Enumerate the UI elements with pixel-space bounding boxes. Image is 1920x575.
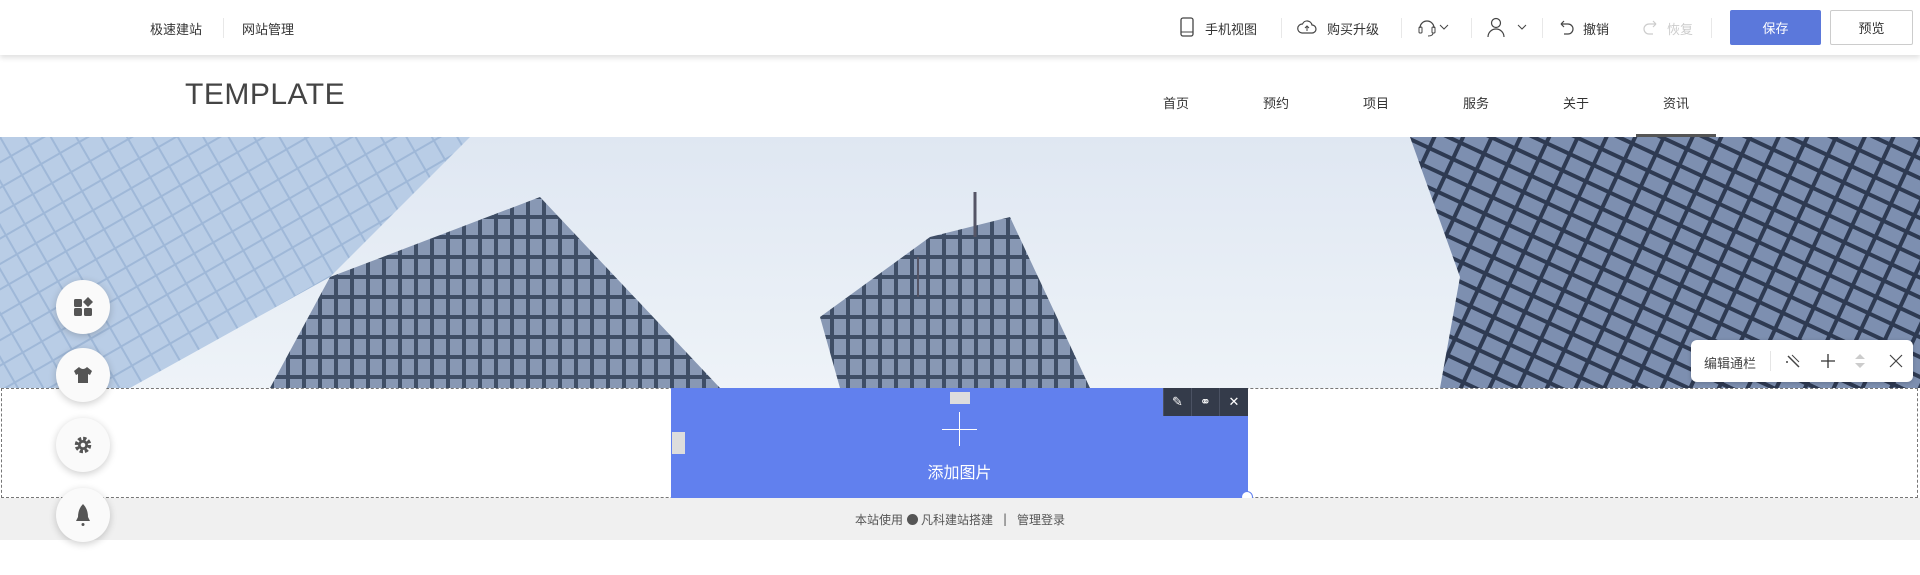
reorder-icon[interactable] xyxy=(1853,351,1867,371)
plus-icon xyxy=(942,429,977,430)
modules-button[interactable] xyxy=(56,280,110,334)
upgrade-button[interactable]: 购买升级 xyxy=(1327,19,1379,38)
site-logo[interactable]: TEMPLATE xyxy=(185,78,345,112)
mobile-view-button[interactable]: 手机视图 xyxy=(1205,19,1257,38)
divider xyxy=(1770,351,1771,371)
admin-login-link[interactable]: 管理登录 xyxy=(1017,511,1065,528)
divider xyxy=(1711,18,1712,38)
mobile-icon[interactable] xyxy=(1176,16,1198,38)
close-icon[interactable]: ✕ xyxy=(1219,388,1248,416)
divider xyxy=(1281,18,1282,38)
chevron-down-icon[interactable] xyxy=(1516,16,1528,38)
nav-item-services[interactable]: 服务 xyxy=(1426,93,1526,112)
close-icon[interactable] xyxy=(1887,352,1905,370)
widgets-icon xyxy=(74,297,93,316)
divider xyxy=(1471,18,1472,38)
shirt-icon xyxy=(74,367,92,383)
resize-handle-left[interactable] xyxy=(672,432,685,454)
nav-item-projects[interactable]: 项目 xyxy=(1326,93,1426,112)
rocket-icon xyxy=(76,504,90,526)
redo-icon[interactable] xyxy=(1640,16,1662,38)
nav-item-booking[interactable]: 预约 xyxy=(1226,93,1326,112)
add-image-placeholder[interactable]: 添加图片 ✎ ⚭ ✕ xyxy=(671,388,1253,503)
save-button[interactable]: 保存 xyxy=(1730,10,1821,45)
preview-button[interactable]: 预览 xyxy=(1830,10,1913,45)
separator: | xyxy=(1002,512,1008,526)
brand-logo-icon xyxy=(906,513,918,525)
gear-icon xyxy=(74,436,92,454)
settings-button[interactable] xyxy=(56,418,110,472)
undo-button[interactable]: 撤销 xyxy=(1583,19,1609,38)
user-icon[interactable] xyxy=(1485,16,1507,38)
edit-icon[interactable]: ✎ xyxy=(1163,388,1191,416)
undo-icon[interactable] xyxy=(1555,16,1577,38)
divider xyxy=(1542,18,1543,38)
buildings-illustration xyxy=(0,137,1920,388)
quick-build-link[interactable]: 极速建站 xyxy=(150,19,202,38)
chevron-down-icon[interactable] xyxy=(1438,16,1450,38)
editor-topbar: 极速建站 网站管理 手机视图 购买升级 撤销 恢复 保存 预览 xyxy=(0,0,1920,55)
headset-icon[interactable] xyxy=(1416,16,1438,38)
edit-strip-button[interactable]: 编辑通栏 xyxy=(1704,353,1756,372)
cloud-upload-icon[interactable] xyxy=(1296,16,1318,38)
divider xyxy=(223,18,224,38)
add-image-label: 添加图片 xyxy=(927,463,992,482)
powered-brand-link[interactable]: 凡科建站搭建 xyxy=(921,511,993,528)
theme-button[interactable] xyxy=(56,348,110,402)
move-handle-top[interactable] xyxy=(950,392,970,404)
magic-wand-icon[interactable] xyxy=(1784,352,1802,370)
strip-edit-toolbar: 编辑通栏 xyxy=(1691,340,1913,382)
divider xyxy=(1401,18,1402,38)
redo-button[interactable]: 恢复 xyxy=(1667,19,1693,38)
powered-prefix: 本站使用 xyxy=(854,512,903,527)
add-icon[interactable] xyxy=(1819,352,1837,370)
site-footer: 本站使用 凡科建站搭建 | 管理登录 xyxy=(0,498,1920,540)
nav-item-news[interactable]: 资讯 xyxy=(1626,93,1726,112)
nav-item-home[interactable]: 首页 xyxy=(1126,93,1226,112)
publish-button[interactable] xyxy=(56,488,110,542)
link-icon[interactable]: ⚭ xyxy=(1191,388,1219,416)
site-manage-link[interactable]: 网站管理 xyxy=(242,19,294,38)
nav-item-about[interactable]: 关于 xyxy=(1526,93,1626,112)
hero-banner-image xyxy=(0,137,1920,388)
